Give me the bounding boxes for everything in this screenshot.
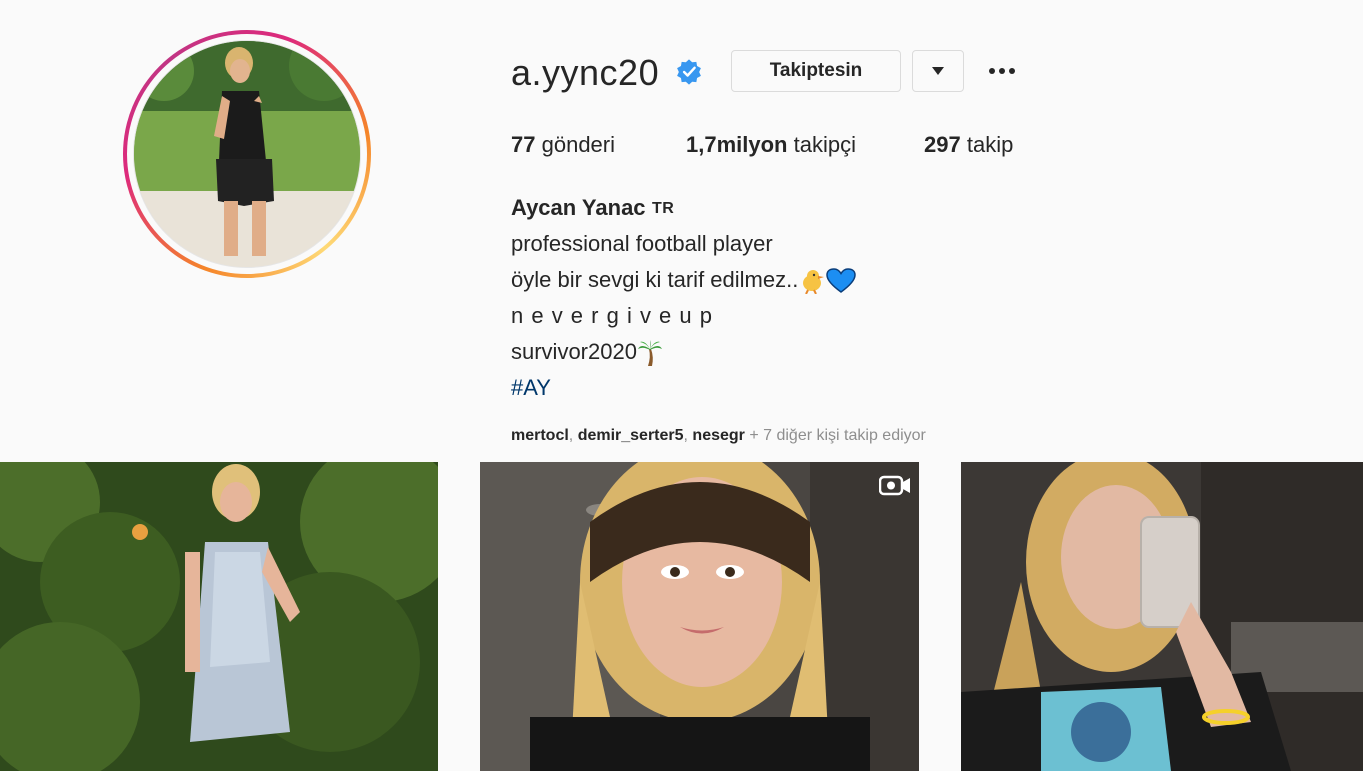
posts-count: 77 — [511, 132, 536, 157]
bio-line: n e v e r g i v e u p — [511, 303, 713, 328]
post-thumbnail[interactable] — [480, 462, 919, 771]
following-count: 297 — [924, 132, 961, 157]
caret-down-icon — [932, 67, 944, 75]
avatar-image — [134, 41, 360, 267]
followed-by-others: + 7 diğer kişi takip ediyor — [749, 427, 926, 444]
avatar[interactable] — [133, 40, 361, 268]
bio-category: TR — [652, 200, 675, 217]
bio-hashtag-link[interactable]: #AY — [511, 375, 551, 401]
bio-full-name: Aycan Yanac — [511, 195, 646, 220]
baby-chick-icon — [803, 270, 825, 295]
following-label: takip — [966, 132, 1014, 157]
post-image — [0, 462, 438, 771]
bio-line: professional football player — [511, 231, 773, 256]
followed-by-user[interactable]: nesegr — [692, 427, 744, 444]
followed-by-text[interactable]: mertocl, demir_serter5, nesegr + 7 diğer… — [511, 427, 926, 445]
profile-avatar-ring[interactable] — [123, 30, 371, 278]
bio-line: survivor2020 — [511, 339, 637, 364]
blue-heart-icon — [826, 268, 857, 294]
more-options-button[interactable] — [982, 54, 1022, 88]
ellipsis-icon — [999, 68, 1005, 74]
bio-line-with-emoji: survivor2020 — [511, 339, 663, 367]
bio-line: öyle bir sevgi ki tarif edilmez.. — [511, 267, 799, 292]
following-count-stat[interactable]: 297 takip — [924, 132, 1013, 158]
followed-by-user[interactable]: demir_serter5 — [578, 427, 684, 444]
posts-label: gönderi — [541, 132, 615, 157]
post-image — [961, 462, 1363, 771]
post-thumbnail[interactable] — [961, 462, 1363, 771]
following-button[interactable]: Takiptesin — [731, 50, 901, 92]
followers-count-stat[interactable]: 1,7milyon takipçi — [686, 132, 856, 158]
palm-tree-icon — [637, 340, 662, 367]
followers-count: 1,7milyon — [686, 132, 788, 157]
ellipsis-icon — [1009, 68, 1015, 74]
posts-count-stat: 77 gönderi — [511, 132, 615, 158]
verified-badge-icon — [677, 59, 701, 85]
post-thumbnail[interactable] — [0, 462, 438, 771]
followers-label: takipçi — [793, 132, 856, 157]
bio-line-with-emoji: öyle bir sevgi ki tarif edilmez.. — [511, 267, 857, 295]
igtv-icon — [879, 475, 910, 496]
ellipsis-icon — [989, 68, 995, 74]
followed-by-user[interactable]: mertocl — [511, 427, 569, 444]
post-image — [480, 462, 919, 771]
suggestions-dropdown-button[interactable] — [912, 50, 964, 92]
profile-username: a.yync20 — [511, 52, 660, 93]
